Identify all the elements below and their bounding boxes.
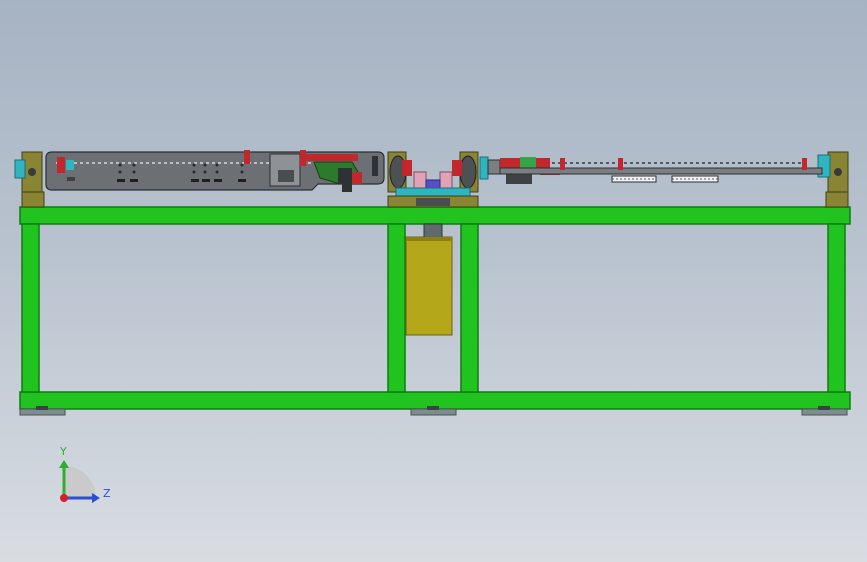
frame-center-leg-right (460, 223, 479, 393)
collection-hopper (405, 223, 453, 336)
cad-viewport[interactable]: Y Z (0, 0, 867, 562)
foot-pad-right (818, 406, 830, 410)
assembly-drawing: Y Z (14, 150, 851, 503)
z-axis-arrowhead (92, 493, 100, 503)
triad-quarter-disc (64, 466, 96, 498)
hopper-rim (406, 237, 452, 241)
frame-top-beam (19, 206, 851, 225)
foot-pad-left (36, 406, 48, 410)
z-axis-label: Z (103, 487, 111, 500)
right-end-bracket (817, 151, 849, 208)
foot-pad-center (427, 406, 439, 410)
y-axis-arrowhead (59, 460, 69, 468)
y-axis-label: Y (59, 445, 67, 458)
left-end-bracket (14, 151, 45, 208)
hopper-box (405, 236, 453, 336)
center-drive-station (387, 151, 479, 208)
frame-right-leg (827, 223, 846, 393)
right-rail-module (479, 156, 823, 184)
left-rail-module (45, 150, 385, 192)
triad-origin (60, 494, 68, 502)
frame-left-leg (21, 223, 40, 393)
orientation-triad[interactable]: Y Z (59, 445, 111, 503)
hopper-chute (423, 223, 443, 239)
frame-center-leg-left (387, 223, 406, 393)
